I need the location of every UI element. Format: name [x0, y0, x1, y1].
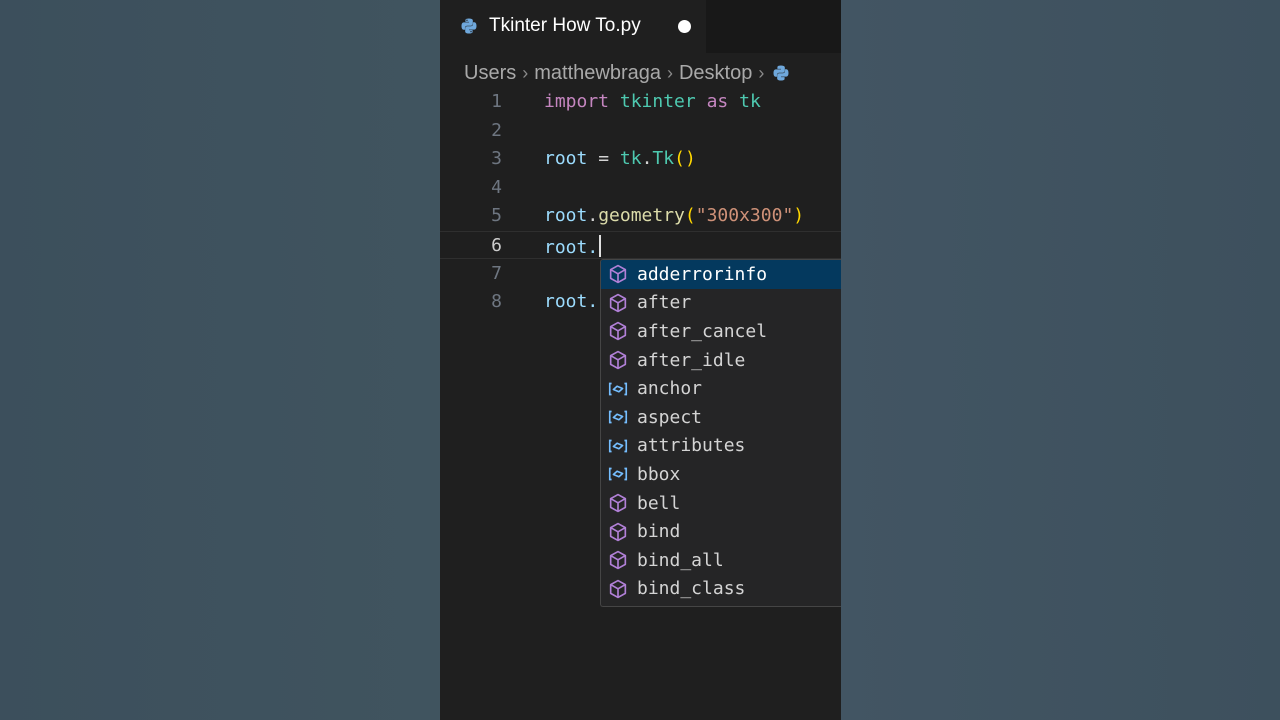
suggestion-item[interactable]: aspect	[601, 403, 841, 432]
parens: ()	[674, 148, 696, 170]
method-cube-icon	[607, 492, 629, 514]
suggestion-label: anchor	[637, 378, 703, 400]
variable-root: root	[544, 148, 588, 170]
text-cursor	[599, 235, 602, 257]
suggestion-item[interactable]: bind_class	[601, 575, 841, 604]
operator-assign: =	[598, 148, 610, 170]
line-source: root.	[544, 235, 602, 258]
suggestion-item[interactable]: bind_all	[601, 546, 841, 575]
suggestion-label: attributes	[637, 435, 746, 457]
suggestion-item[interactable]: anchor	[601, 374, 841, 403]
tab-title: Tkinter How To.py	[489, 15, 641, 36]
class-tk: Tk	[652, 148, 675, 170]
chevron-right-icon: ›	[758, 62, 765, 83]
line-number: 1	[491, 91, 502, 112]
chevron-right-icon: ›	[666, 62, 673, 83]
object-tk: tk	[619, 148, 642, 170]
suggestion-label: bbox	[637, 463, 681, 485]
paren-open: (	[684, 205, 696, 227]
variable-root: root	[544, 205, 588, 227]
breadcrumb-item-users[interactable]: Users	[464, 62, 516, 85]
line-number: 2	[491, 119, 502, 141]
chevron-right-icon: ›	[522, 62, 529, 83]
code-line-1[interactable]: 1 import tkinter as tk	[440, 88, 841, 116]
code-line-3[interactable]: 3 root = tk.Tk()	[440, 145, 841, 173]
line-number: 5	[491, 205, 502, 227]
code-line-6[interactable]: 6 root.	[440, 231, 841, 259]
background-left	[0, 0, 440, 720]
method-cube-icon	[607, 349, 629, 371]
suggestion-item[interactable]: bbox	[601, 460, 841, 489]
suggestion-label: after	[637, 292, 692, 314]
method-cube-icon	[607, 578, 629, 600]
suggestion-label: adderrorinfo	[637, 263, 768, 285]
python-icon[interactable]	[772, 64, 790, 82]
python-icon	[461, 18, 477, 34]
tab-tkinter-how-to[interactable]: Tkinter How To.py	[440, 0, 706, 53]
suggestion-label: after_idle	[637, 349, 746, 371]
suggestion-label: bell	[637, 492, 681, 514]
dot: .	[641, 148, 653, 170]
line-number: 7	[491, 262, 502, 284]
suggestion-item[interactable]: bind	[601, 517, 841, 546]
variable-icon	[607, 435, 629, 457]
method-cube-icon	[607, 320, 629, 342]
string-literal: "300x300"	[695, 205, 794, 227]
line-source: root = tk.Tk()	[544, 148, 696, 169]
suggestion-label: bind_class	[637, 578, 746, 600]
variable-icon	[607, 406, 629, 428]
suggestion-item[interactable]: adderrorinfo	[601, 260, 841, 289]
module-alias: tk	[739, 91, 761, 112]
method-geometry: geometry	[598, 205, 685, 227]
module-name: tkinter	[619, 91, 696, 112]
autocomplete-suggestions[interactable]: adderrorinfo after after_cancel after_idlea…	[600, 259, 841, 607]
unsaved-dot-icon[interactable]	[678, 20, 691, 33]
suggestion-label: aspect	[637, 406, 703, 428]
suggestion-item[interactable]: attributes	[601, 432, 841, 461]
method-cube-icon	[607, 292, 629, 314]
code-text: root.	[544, 237, 599, 258]
suggestion-item[interactable]: after_idle	[601, 346, 841, 375]
suggestion-label: bind_all	[637, 549, 724, 571]
method-cube-icon	[607, 263, 629, 285]
line-number: 3	[491, 148, 502, 170]
code-line-4[interactable]: 4	[440, 174, 841, 202]
code-text: root.	[544, 291, 599, 313]
keyword-import: import	[544, 91, 610, 112]
breadcrumb-item-matthewbraga[interactable]: matthewbraga	[534, 62, 661, 85]
suggestion-label: bind	[637, 521, 681, 543]
paren-close: )	[793, 205, 805, 227]
suggestion-item[interactable]: after_cancel	[601, 317, 841, 346]
suggestion-label: after_cancel	[637, 320, 768, 342]
code-editor[interactable]: Tkinter How To.py Users › matthewbraga ›…	[440, 0, 841, 720]
suggestion-item[interactable]: after	[601, 289, 841, 318]
line-number: 6	[491, 235, 502, 256]
method-cube-icon	[607, 549, 629, 571]
method-cube-icon	[607, 521, 629, 543]
tab-bar: Tkinter How To.py	[440, 0, 841, 53]
line-source: import tkinter as tk	[544, 91, 761, 112]
variable-icon	[607, 463, 629, 485]
line-number: 4	[491, 176, 502, 198]
breadcrumb: Users › matthewbraga › Desktop ›	[464, 60, 841, 86]
suggestion-item[interactable]: bell	[601, 489, 841, 518]
line-source: root.geometry("300x300")	[544, 205, 804, 226]
dot: .	[587, 205, 599, 227]
breadcrumb-item-desktop[interactable]: Desktop	[679, 62, 752, 85]
line-number: 8	[491, 291, 502, 313]
keyword-as: as	[706, 91, 729, 112]
background-right	[841, 0, 1280, 720]
code-line-5[interactable]: 5 root.geometry("300x300")	[440, 202, 841, 230]
variable-icon	[607, 378, 629, 400]
line-source: root.	[544, 291, 598, 312]
code-line-2[interactable]: 2	[440, 117, 841, 145]
